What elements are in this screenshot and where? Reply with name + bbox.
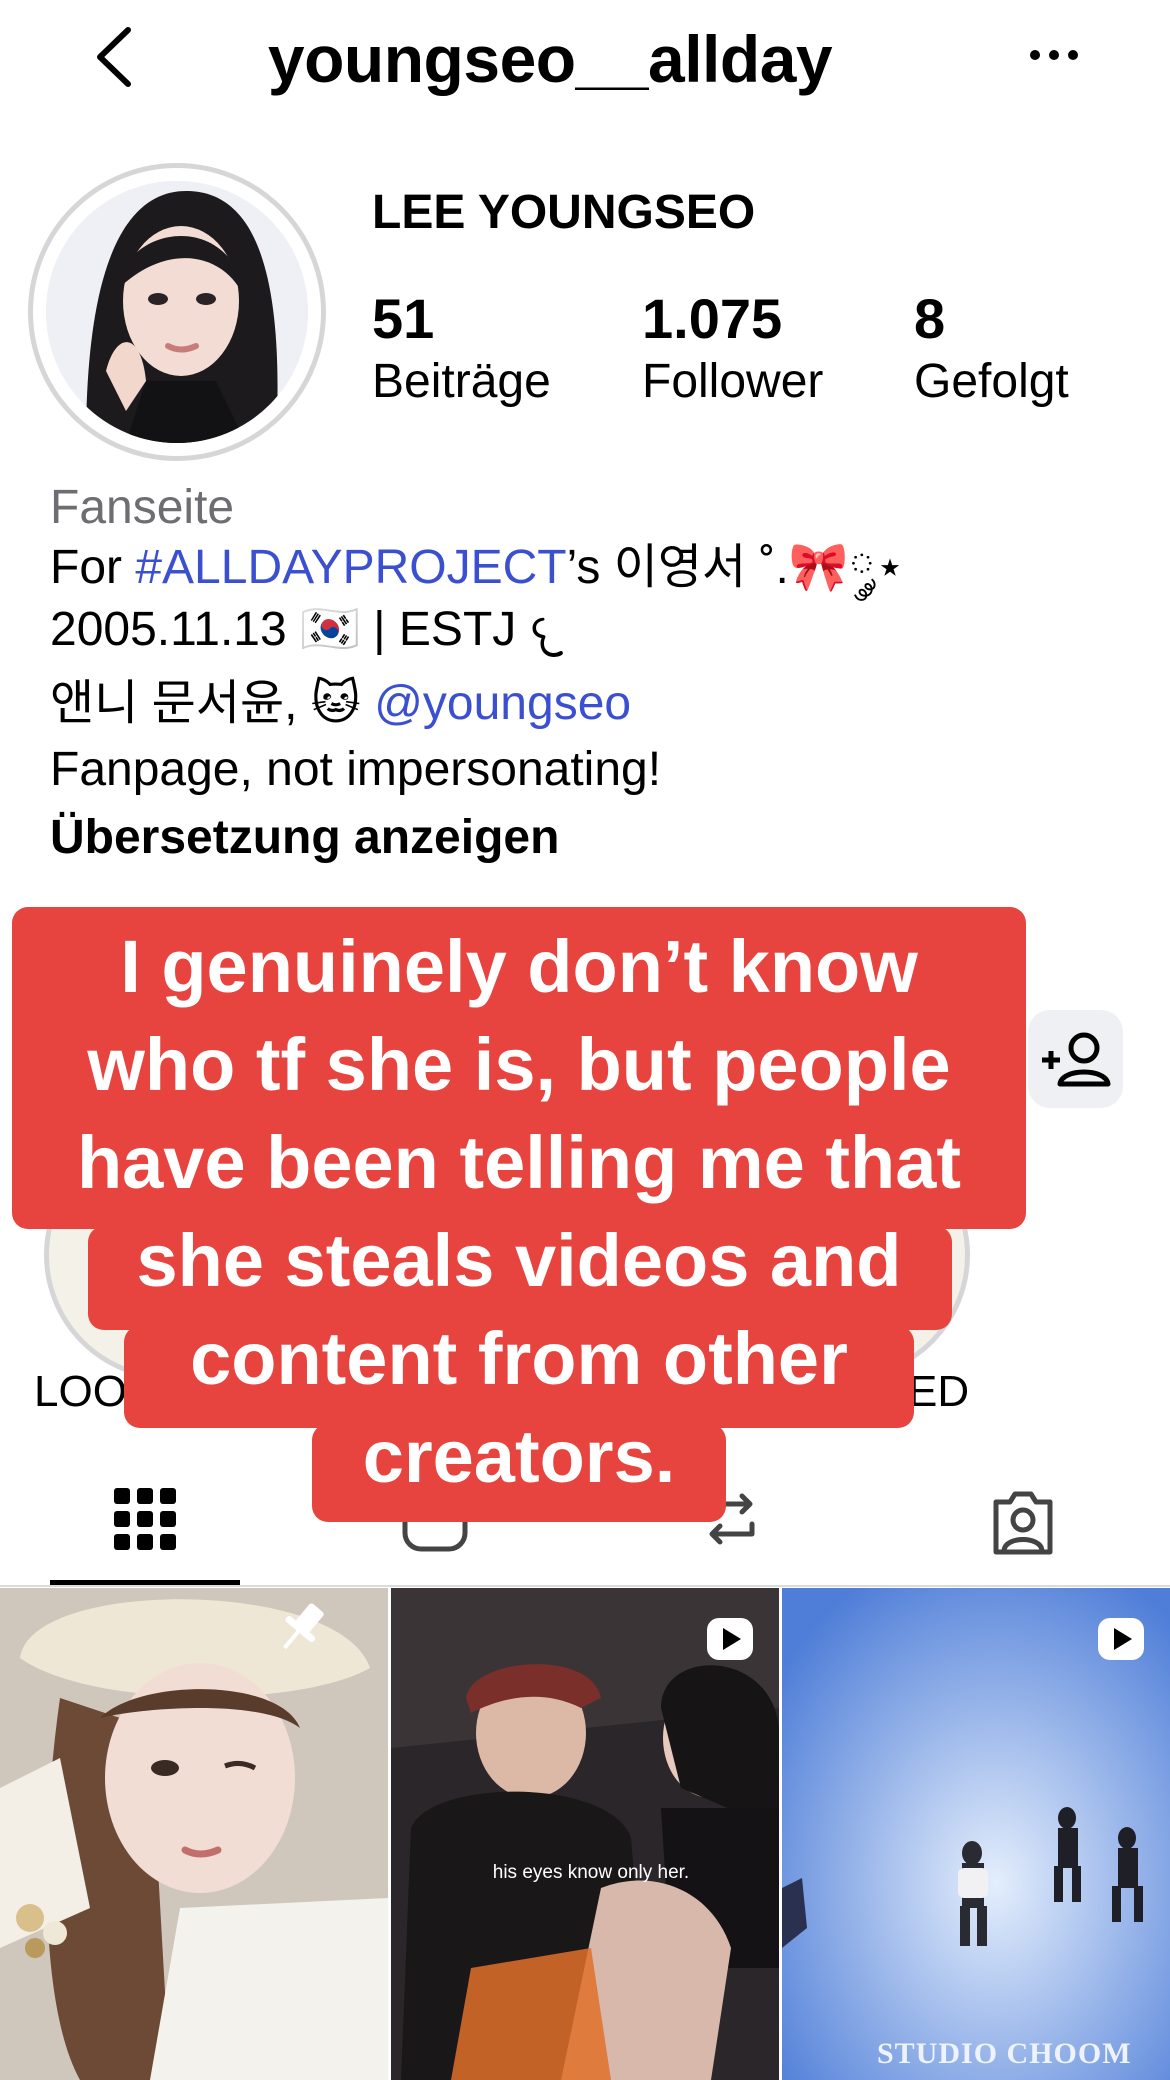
more-options-icon[interactable] <box>1020 30 1090 80</box>
back-chevron-icon[interactable] <box>88 22 148 92</box>
display-name: LEE YOUNGSEO <box>372 186 756 239</box>
caption-line-2: who tf she is, but people <box>87 1023 951 1106</box>
stat-posts[interactable]: 51 Beiträge <box>372 286 551 412</box>
caption-line-4: she steals videos and <box>136 1219 902 1302</box>
caption-line-5: content from other <box>190 1317 848 1400</box>
tab-divider <box>0 1585 1170 1587</box>
stat-followers[interactable]: 1.075 Follower <box>642 286 823 412</box>
posts-label: Beiträge <box>372 355 551 408</box>
translate-link[interactable]: Übersetzung anzeigen <box>50 806 559 870</box>
bio-line-1: For #ALLDAYPROJECT’s 이영서 ˚.🎀༘⋆ <box>50 536 905 600</box>
stat-following[interactable]: 8 Gefolgt <box>914 286 1069 412</box>
following-label: Gefolgt <box>914 355 1069 408</box>
bio-text: For <box>50 541 136 594</box>
caption-line-3: have been telling me that <box>76 1121 962 1204</box>
suggest-people-button[interactable] <box>1028 1010 1123 1108</box>
profile-username: youngseo__allday <box>267 22 833 96</box>
caption-text: I genuinely don’t know who tf she is, bu… <box>12 918 1026 1506</box>
bio-text: ’s 이영서 ˚.🎀༘⋆ <box>566 541 906 594</box>
caption-line-6: creators. <box>362 1415 676 1498</box>
caption-line-1: I genuinely don’t know <box>120 925 918 1008</box>
grid-post-3[interactable]: STUDIO CHOOM <box>782 1588 1170 2080</box>
posts-count: 51 <box>372 287 435 350</box>
following-count: 8 <box>914 287 946 350</box>
followers-label: Follower <box>642 355 824 408</box>
bio-line-4: Fanpage, not impersonating! <box>50 743 662 796</box>
hashtag-link[interactable]: #ALLDAYPROJECT <box>135 541 566 594</box>
followers-count: 1.075 <box>642 287 783 350</box>
bio-text: 앤니 문서윤, 🐱 <box>50 677 375 730</box>
avatar[interactable] <box>46 181 308 443</box>
mention-link[interactable]: @youngseo <box>374 677 631 730</box>
video-caption: his eyes know only her. <box>493 1862 689 1883</box>
grid-post-1[interactable] <box>0 1588 388 2080</box>
grid-post-2[interactable]: his eyes know only her. <box>391 1588 779 2080</box>
bio-line-2: 2005.11.13 🇰🇷 | ESTJ 𐔌 <box>50 603 562 656</box>
studio-watermark: STUDIO CHOOM <box>877 2037 1132 2070</box>
profile-category: Fanseite <box>50 481 235 534</box>
bio-line-3: 앤니 문서윤, 🐱 @youngseo <box>50 672 631 736</box>
